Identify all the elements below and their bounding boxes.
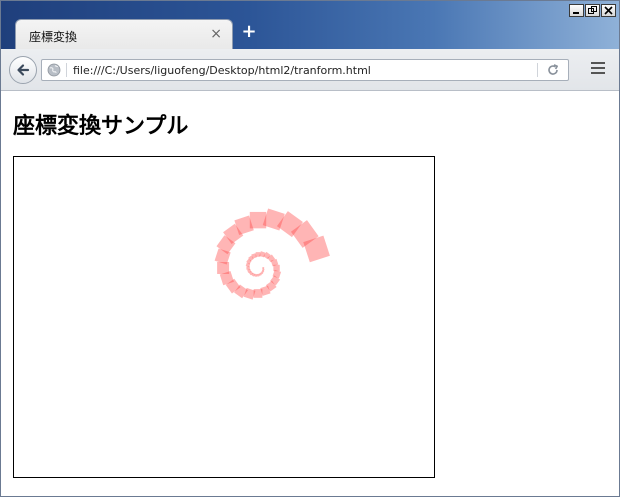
navigation-bar: file:///C:/Users/liguofeng/Desktop/html2… bbox=[1, 49, 619, 91]
browser-window: 座標変換 × + file:///C:/Users/liguofeng/Desk… bbox=[0, 0, 620, 497]
back-arrow-icon[interactable] bbox=[9, 56, 37, 84]
spiral-drawing bbox=[214, 208, 330, 300]
close-icon[interactable] bbox=[601, 4, 616, 17]
spiral-square bbox=[255, 252, 261, 257]
spiral-square bbox=[273, 264, 280, 272]
spiral-square bbox=[256, 273, 260, 277]
spiral-square bbox=[246, 266, 250, 270]
new-tab-icon[interactable]: + bbox=[241, 23, 257, 41]
page-content: 座標変換サンプル bbox=[1, 91, 619, 496]
spiral-square bbox=[217, 262, 230, 274]
page-heading: 座標変換サンプル bbox=[13, 114, 189, 139]
spiral-square bbox=[253, 289, 263, 298]
tab-title: 座標変換 bbox=[29, 30, 78, 44]
hamburger-menu-icon[interactable] bbox=[591, 62, 605, 76]
tab-active[interactable]: 座標変換 × bbox=[15, 19, 233, 49]
spiral-square bbox=[249, 211, 267, 229]
url-bar[interactable]: file:///C:/Users/liguofeng/Desktop/html2… bbox=[41, 59, 569, 81]
reload-icon[interactable] bbox=[546, 63, 560, 77]
transform-canvas bbox=[13, 156, 435, 478]
tab-close-icon[interactable]: × bbox=[210, 26, 222, 42]
minimize-icon[interactable] bbox=[569, 4, 584, 17]
reload-separator bbox=[537, 63, 538, 77]
url-separator bbox=[66, 63, 67, 77]
restore-icon[interactable] bbox=[585, 4, 600, 17]
spiral-square bbox=[262, 267, 265, 269]
window-controls bbox=[569, 4, 616, 17]
globe-icon bbox=[47, 63, 61, 77]
tab-strip: 座標変換 × + bbox=[1, 1, 619, 49]
url-text[interactable]: file:///C:/Users/liguofeng/Desktop/html2… bbox=[73, 64, 371, 77]
